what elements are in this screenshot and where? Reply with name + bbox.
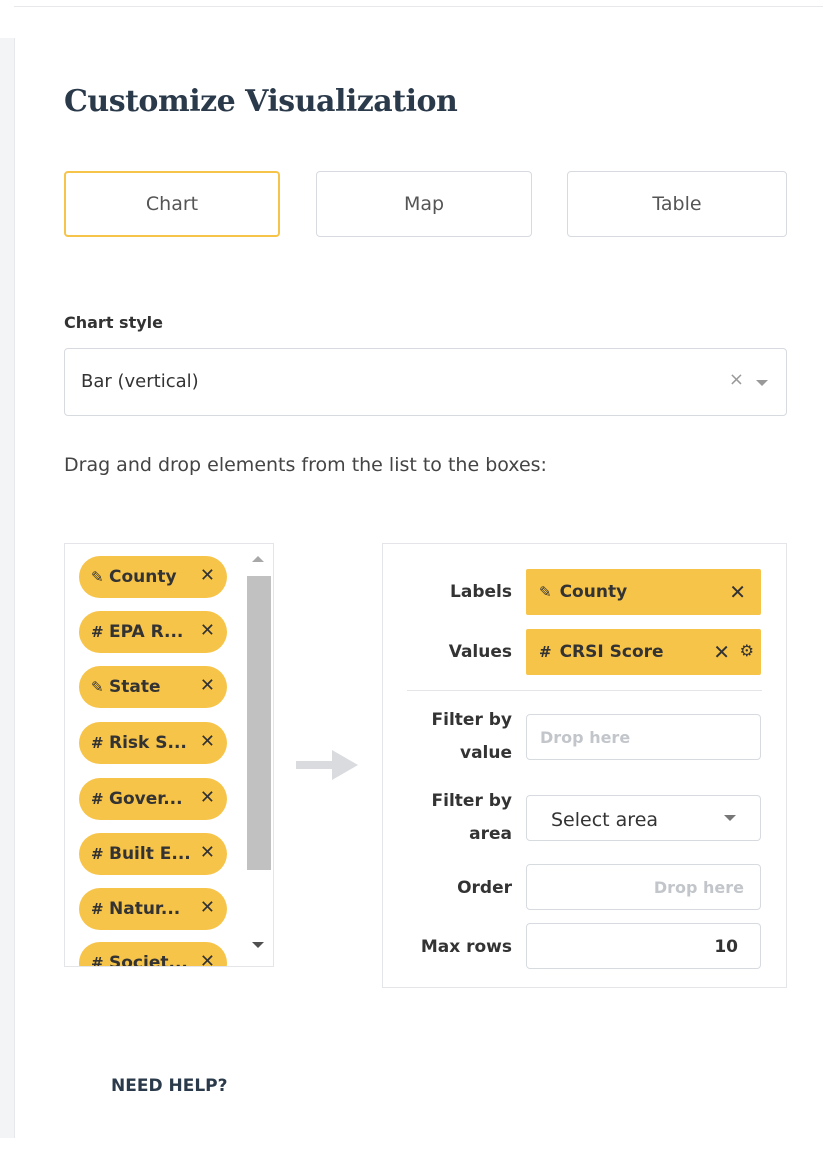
labels-label: Labels bbox=[450, 582, 512, 602]
remove-icon[interactable]: ✕ bbox=[200, 787, 215, 808]
number-icon: # bbox=[91, 845, 104, 863]
number-icon: # bbox=[91, 734, 104, 752]
filter-by-value-label: Filter by value bbox=[432, 704, 512, 770]
chart-style-label: Chart style bbox=[64, 313, 163, 332]
chevron-down-icon[interactable] bbox=[724, 815, 736, 821]
scrollbar-thumb[interactable] bbox=[247, 576, 271, 870]
visualization-type-tabs: Chart Map Table bbox=[64, 171, 787, 241]
field-list-scrollbar[interactable] bbox=[243, 544, 273, 966]
select-area-dropdown[interactable]: Select area bbox=[526, 795, 761, 841]
need-help-link[interactable]: NEED HELP? bbox=[111, 1076, 227, 1096]
drop-here-placeholder: Drop here bbox=[653, 878, 744, 897]
tab-chart[interactable]: Chart bbox=[64, 171, 280, 237]
gear-icon[interactable]: ⚙ bbox=[740, 641, 754, 660]
filter-by-value-label-line2: value bbox=[459, 743, 512, 763]
tag-icon: ✎ bbox=[91, 568, 104, 586]
chart-style-value: Bar (vertical) bbox=[81, 371, 199, 392]
max-rows-label: Max rows bbox=[420, 937, 512, 957]
tab-table[interactable]: Table bbox=[567, 171, 787, 237]
filter-by-value-drop-field[interactable]: Drop here bbox=[526, 714, 761, 760]
remove-icon[interactable]: ✕ bbox=[200, 675, 215, 696]
field-list: ✎ County ✕ # EPA R... ✕ ✎ State ✕ # Risk… bbox=[64, 543, 274, 967]
remove-icon[interactable]: ✕ bbox=[200, 565, 215, 586]
filter-by-area-label: Filter by area bbox=[432, 785, 512, 851]
chart-style-select[interactable]: Bar (vertical) × bbox=[64, 348, 787, 416]
arrow-right-icon bbox=[296, 750, 358, 780]
field-pill-built-environment[interactable]: # Built E... ✕ bbox=[79, 833, 227, 875]
order-drop-field[interactable]: Drop here bbox=[526, 864, 761, 910]
clear-icon[interactable]: × bbox=[729, 369, 744, 390]
divider bbox=[407, 690, 762, 691]
field-pill-society[interactable]: # Societ... ✕ bbox=[79, 942, 227, 967]
number-icon: # bbox=[539, 643, 552, 661]
field-pill-governance[interactable]: # Gover... ✕ bbox=[79, 778, 227, 820]
field-pill-state[interactable]: ✎ State ✕ bbox=[79, 666, 227, 708]
drop-zone-panel: Labels ✎ County ✕ Values # CRSI Score ✕ ⚙ … bbox=[382, 543, 787, 988]
max-rows-input[interactable]: 10 bbox=[526, 923, 761, 969]
values-value: CRSI Score bbox=[559, 642, 664, 662]
values-label: Values bbox=[448, 642, 512, 662]
field-pill-county[interactable]: ✎ County ✕ bbox=[79, 556, 227, 598]
number-icon: # bbox=[91, 623, 104, 641]
remove-icon[interactable]: ✕ bbox=[200, 951, 215, 966]
remove-icon[interactable]: ✕ bbox=[200, 731, 215, 752]
page-left-gutter bbox=[0, 38, 15, 1138]
remove-icon[interactable]: ✕ bbox=[200, 620, 215, 641]
remove-icon[interactable]: ✕ bbox=[729, 580, 746, 604]
scroll-down-icon[interactable] bbox=[252, 942, 264, 948]
filter-by-area-label-line2: area bbox=[469, 824, 512, 844]
remove-icon[interactable]: ✕ bbox=[200, 842, 215, 863]
field-pill-epa[interactable]: # EPA R... ✕ bbox=[79, 611, 227, 653]
filter-by-area-label-line1: Filter by bbox=[431, 791, 512, 811]
field-pill-natural[interactable]: # Natur... ✕ bbox=[79, 888, 227, 930]
number-icon: # bbox=[91, 790, 104, 808]
labels-value: County bbox=[559, 582, 628, 602]
panel-top-border bbox=[14, 6, 823, 7]
filter-by-value-label-line1: Filter by bbox=[431, 710, 512, 730]
remove-icon[interactable]: ✕ bbox=[713, 640, 730, 664]
tab-map[interactable]: Map bbox=[316, 171, 532, 237]
page-title: Customize Visualization bbox=[64, 84, 458, 119]
drag-drop-instructions: Drag and drop elements from the list to … bbox=[64, 454, 547, 476]
select-area-value: Select area bbox=[551, 809, 659, 831]
values-drop-field[interactable]: # CRSI Score ✕ ⚙ bbox=[526, 629, 761, 675]
max-rows-value: 10 bbox=[714, 937, 738, 957]
drop-here-placeholder: Drop here bbox=[540, 728, 631, 747]
number-icon: # bbox=[91, 900, 104, 918]
tag-icon: ✎ bbox=[91, 678, 104, 696]
number-icon: # bbox=[91, 954, 104, 967]
order-label: Order bbox=[457, 878, 512, 898]
remove-icon[interactable]: ✕ bbox=[200, 897, 215, 918]
labels-drop-field[interactable]: ✎ County ✕ bbox=[526, 569, 761, 615]
scroll-up-icon[interactable] bbox=[252, 556, 264, 562]
field-pill-risk[interactable]: # Risk S... ✕ bbox=[79, 722, 227, 764]
tag-icon: ✎ bbox=[539, 583, 552, 601]
chevron-down-icon[interactable] bbox=[756, 380, 768, 386]
